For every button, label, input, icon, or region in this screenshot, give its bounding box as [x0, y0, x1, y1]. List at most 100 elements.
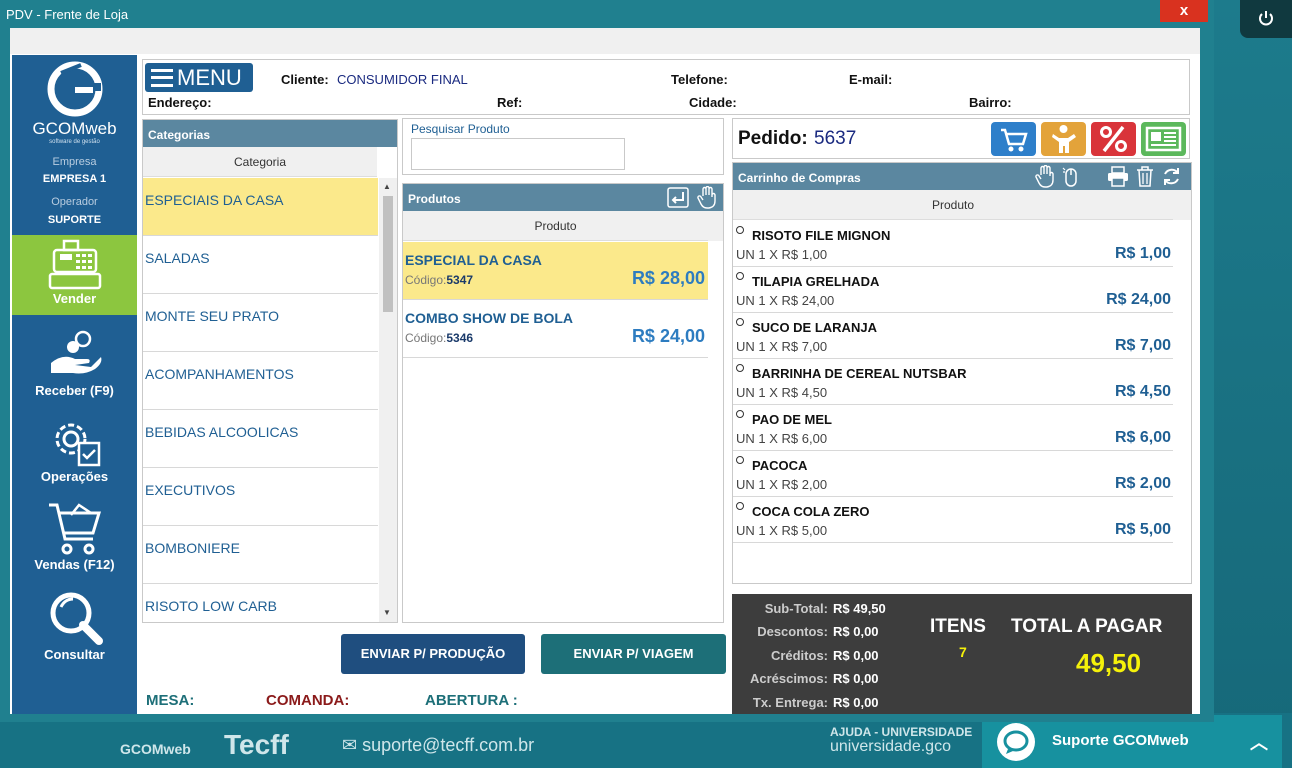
carrinho-title: Carrinho de Compras [733, 163, 1191, 190]
suporte-label: Suporte GCOMweb [1052, 732, 1189, 749]
nota-button[interactable] [1141, 122, 1186, 156]
carrinho-header-gap [1173, 190, 1191, 220]
vender-button[interactable]: Vender [12, 235, 137, 315]
categorias-scrollbar[interactable]: ▲ ▼ [379, 178, 397, 622]
scroll-down-icon[interactable]: ▼ [383, 608, 391, 617]
cart-item[interactable]: PAO DE MEL UN 1 X R$ 6,00 R$ 6,00 [733, 405, 1173, 451]
sidebar: GCOMweb software de gestão Empresa EMPRE… [12, 55, 137, 714]
categoria-item[interactable]: BEBIDAS ALCOOLICAS [143, 410, 378, 468]
cart-item-qty: UN 1 X R$ 24,00 [736, 293, 835, 308]
consultar-label: Consultar [44, 647, 105, 662]
operacoes-label: Operações [40, 469, 109, 484]
operador-label: Operador [51, 196, 98, 208]
acrescimos-label: Acréscimos: [749, 671, 828, 686]
itens-label: ITENS [930, 616, 986, 637]
abertura-label: ABERTURA : [425, 692, 518, 709]
touch-hand-icon[interactable] [697, 186, 717, 209]
carrinho-column-header: Produto [733, 190, 1173, 220]
categoria-item[interactable]: BOMBONIERE [143, 526, 378, 584]
refresh-icon[interactable] [1161, 166, 1182, 187]
produtos-title-text: Produtos [408, 192, 461, 206]
cart-item-price: R$ 5,00 [1114, 521, 1171, 538]
categoria-item[interactable]: ESPECIAIS DA CASA [143, 178, 378, 236]
scroll-up-icon[interactable]: ▲ [383, 182, 391, 191]
magnifier-icon [50, 592, 103, 645]
categorias-title: Categorias [143, 120, 397, 147]
search-panel: Pesquisar Produto [402, 118, 724, 175]
empresa-value: EMPRESA 1 [42, 173, 107, 185]
total-value: 49,50 [1076, 648, 1142, 678]
gear-checklist-icon [55, 423, 100, 467]
title-bar: PDV - Frente de Loja x [0, 0, 1214, 28]
cart-item-qty: UN 1 X R$ 2,00 [736, 477, 828, 492]
document-icon [1145, 126, 1182, 152]
enter-arrow-icon[interactable] [667, 187, 689, 208]
vendas-label: Vendas (F12) [34, 557, 115, 572]
scroll-thumb[interactable] [383, 196, 393, 312]
cart-item-qty: UN 1 X R$ 1,00 [736, 247, 828, 262]
receber-button[interactable]: Receber (F9) [12, 329, 137, 398]
search-input[interactable] [411, 138, 625, 170]
mouse-icon[interactable] [1061, 166, 1081, 188]
cart-item-price: R$ 7,00 [1114, 337, 1171, 354]
cart-item-name: SUCO DE LARANJA [736, 318, 877, 335]
categoria-item[interactable]: ACOMPANHAMENTOS [143, 352, 378, 410]
window-title: PDV - Frente de Loja [6, 7, 129, 22]
suporte-chat-button[interactable]: Suporte GCOMweb ︿ [982, 715, 1282, 768]
categoria-item[interactable]: MONTE SEU PRATO [143, 294, 378, 352]
categoria-item[interactable]: EXECUTIVOS [143, 468, 378, 526]
cart-item[interactable]: PACOCA UN 1 X R$ 2,00 R$ 2,00 [733, 451, 1173, 497]
close-button[interactable]: x [1160, 0, 1208, 22]
carrinho-button[interactable] [991, 122, 1036, 156]
categoria-item[interactable]: RISOTO LOW CARB [143, 584, 378, 622]
enviar-producao-button[interactable]: ENVIAR P/ PRODUÇÃO [341, 634, 525, 674]
chat-bubble-icon [997, 723, 1035, 761]
product-card[interactable]: ESPECIAL DA CASA Código:5347 R$ 28,00 [403, 242, 708, 300]
client-header: MENU Cliente: CONSUMIDOR FINAL Telefone:… [142, 59, 1190, 115]
printer-icon[interactable] [1107, 166, 1129, 187]
desktop-brand-gcom: GCOMweb [120, 741, 191, 757]
cart-item[interactable]: TILAPIA GRELHADA UN 1 X R$ 24,00 R$ 24,0… [733, 267, 1173, 313]
cart-item-price: R$ 2,00 [1114, 475, 1171, 492]
cart-item-qty: UN 1 X R$ 4,50 [736, 385, 828, 400]
cliente-button[interactable] [1041, 122, 1086, 156]
pdv-window: PDV - Frente de Loja x GCOMweb software … [0, 0, 1214, 722]
power-icon [1259, 11, 1273, 26]
trash-icon[interactable] [1135, 165, 1155, 188]
cart-item-name: BARRINHA DE CEREAL NUTSBAR [736, 364, 967, 381]
menu-button[interactable]: MENU [145, 63, 253, 92]
carrinho-title-text: Carrinho de Compras [738, 171, 861, 185]
product-card[interactable]: COMBO SHOW DE BOLA Código:5346 R$ 24,00 [403, 300, 708, 358]
enviar-viagem-button[interactable]: ENVIAR P/ VIAGEM [541, 634, 726, 674]
operacoes-button[interactable]: Operações [12, 413, 137, 484]
cart-item[interactable]: BARRINHA DE CEREAL NUTSBAR UN 1 X R$ 4,5… [733, 359, 1173, 405]
categoria-item[interactable]: SALADAS [143, 236, 378, 294]
cart-item[interactable]: SUCO DE LARANJA UN 1 X R$ 7,00 R$ 7,00 [733, 313, 1173, 359]
creditos-value: R$ 0,00 [833, 648, 879, 663]
cart-item-price: R$ 6,00 [1114, 429, 1171, 446]
descontos-label: Descontos: [757, 624, 828, 639]
desconto-button[interactable] [1091, 122, 1136, 156]
cart-icon [1001, 128, 1028, 152]
operador-value: SUPORTE [47, 214, 102, 226]
cart-item-name: PAO DE MEL [736, 410, 832, 427]
touch-hand-icon[interactable] [1035, 165, 1055, 188]
vender-label: Vender [52, 291, 97, 306]
power-button[interactable] [1240, 0, 1292, 38]
total-label: TOTAL A PAGAR [1011, 616, 1163, 637]
acrescimos-value: R$ 0,00 [833, 671, 879, 686]
cliente-value[interactable]: CONSUMIDOR FINAL [337, 72, 468, 87]
creditos-label: Créditos: [770, 648, 828, 663]
ref-label: Ref: [497, 95, 523, 110]
client-area: GCOMweb software de gestão Empresa EMPRE… [10, 28, 1200, 714]
produtos-panel: Produtos Produto ESPECIAL DA CASA Código… [402, 183, 724, 623]
product-name: COMBO SHOW DE BOLA [405, 310, 573, 326]
cart-item[interactable]: RISOTO FILE MIGNON UN 1 X R$ 1,00 R$ 1,0… [733, 221, 1173, 267]
vendas-button[interactable]: Vendas (F12) [12, 501, 137, 572]
cart-item[interactable]: COCA COLA ZERO UN 1 X R$ 5,00 R$ 5,00 [733, 497, 1173, 543]
chevron-up-icon[interactable]: ︿ [1250, 729, 1268, 755]
consultar-button[interactable]: Consultar [12, 589, 137, 662]
categorias-panel: Categorias Categoria ESPECIAIS DA CASA S… [142, 119, 398, 623]
cart-item-qty: UN 1 X R$ 5,00 [736, 523, 828, 538]
bairro-label: Bairro: [969, 95, 1012, 110]
